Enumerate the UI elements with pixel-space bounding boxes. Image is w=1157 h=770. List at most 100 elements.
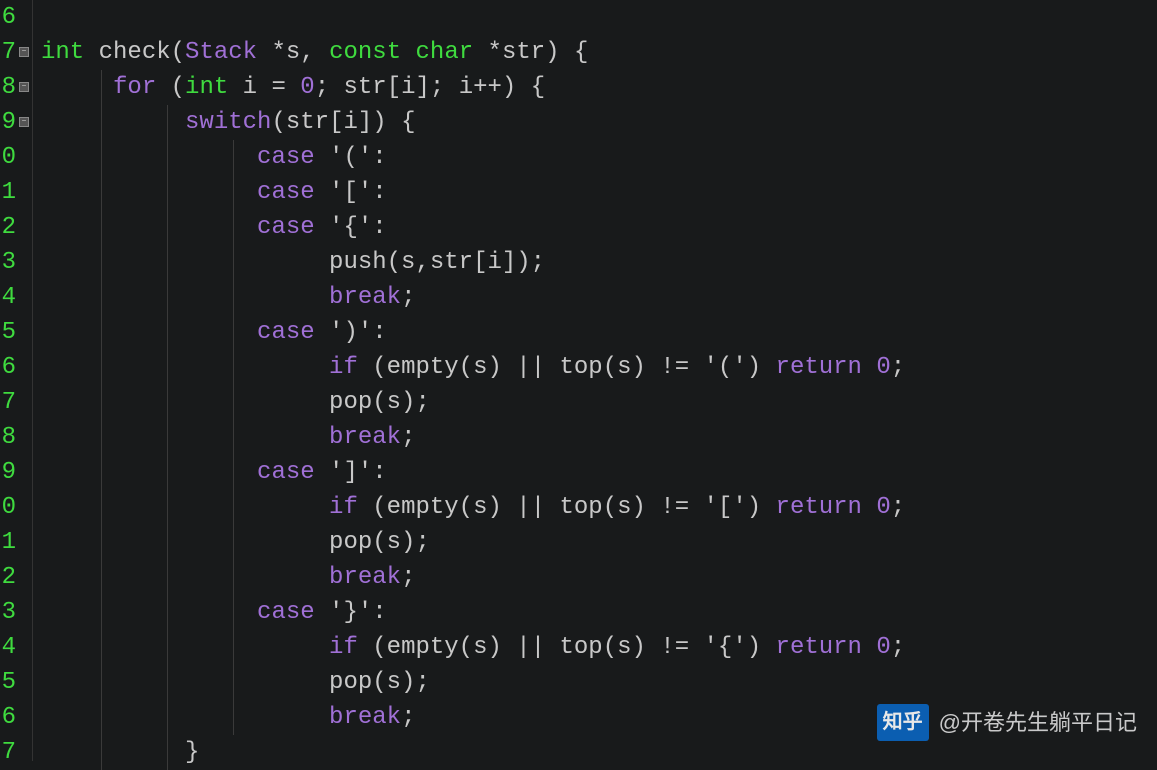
- semicolon: ;: [401, 704, 415, 731]
- code-line: pop(s);: [41, 385, 1157, 420]
- paren: (: [171, 39, 185, 66]
- colon: :: [372, 144, 386, 171]
- keyword-case: case: [257, 599, 315, 626]
- text: [862, 634, 876, 661]
- code-line: case '{':: [41, 210, 1157, 245]
- colon: :: [372, 179, 386, 206]
- number: 0: [300, 74, 314, 101]
- text: ; str[i]; i++) {: [315, 74, 545, 101]
- char-literal: '{': [704, 634, 747, 661]
- number: 0: [876, 494, 890, 521]
- code-line: case ']':: [41, 455, 1157, 490]
- line-number: 5: [0, 665, 16, 700]
- text: (empty(s) || top(s) !=: [358, 494, 704, 521]
- semicolon: ;: [891, 494, 905, 521]
- line-number: 3: [0, 595, 16, 630]
- code-line: push(s,str[i]);: [41, 245, 1157, 280]
- statement: pop(s);: [329, 669, 430, 696]
- char-literal: '[': [315, 179, 373, 206]
- zhihu-watermark: 知乎 @开卷先生躺平日记: [877, 704, 1137, 741]
- type-name: Stack: [185, 39, 271, 66]
- number: 0: [876, 634, 890, 661]
- line-number: 1: [0, 525, 16, 560]
- semicolon: ;: [891, 634, 905, 661]
- text: (empty(s) || top(s) !=: [358, 354, 704, 381]
- line-number: 9: [0, 105, 16, 140]
- text: ): [747, 634, 776, 661]
- char-literal: '(': [315, 144, 373, 171]
- text: [862, 494, 876, 521]
- code-line: pop(s);: [41, 525, 1157, 560]
- identifier: s: [286, 39, 300, 66]
- comma: ,: [300, 39, 329, 66]
- semicolon: ;: [401, 284, 415, 311]
- code-line: case '}':: [41, 595, 1157, 630]
- line-number: 7: [0, 35, 16, 70]
- colon: :: [372, 599, 386, 626]
- keyword-if: if: [329, 634, 358, 661]
- keyword-int: int: [185, 74, 228, 101]
- fold-toggle[interactable]: −: [19, 117, 29, 127]
- line-number: 8: [0, 420, 16, 455]
- colon: :: [372, 214, 386, 241]
- operator: *: [488, 39, 502, 66]
- brace: }: [185, 739, 199, 766]
- semicolon: ;: [401, 424, 415, 451]
- keyword-return: return: [776, 354, 862, 381]
- line-number: 6: [0, 350, 16, 385]
- line-number: 3: [0, 245, 16, 280]
- line-number: 1: [0, 175, 16, 210]
- line-number: 0: [0, 490, 16, 525]
- char-literal: '(': [704, 354, 747, 381]
- char-literal: '[': [704, 494, 747, 521]
- code-editor: 6 7 8 9 0 1 2 3 4 5 6 7 8 9 0 1 2 3 4 5 …: [0, 0, 1157, 761]
- line-number: 9: [0, 455, 16, 490]
- code-line: break;: [41, 420, 1157, 455]
- line-number: 2: [0, 210, 16, 245]
- keyword-return: return: [776, 634, 862, 661]
- fold-toggle[interactable]: −: [19, 82, 29, 92]
- line-number: 8: [0, 70, 16, 105]
- char-literal: ')': [315, 319, 373, 346]
- keyword-case: case: [257, 144, 315, 171]
- keyword-case: case: [257, 319, 315, 346]
- code-line: pop(s);: [41, 665, 1157, 700]
- identifier: str: [502, 39, 545, 66]
- statement: push(s,str[i]);: [329, 249, 545, 276]
- line-number: 5: [0, 315, 16, 350]
- function-name: check: [84, 39, 170, 66]
- keyword-for: for: [113, 74, 156, 101]
- char-literal: '{': [315, 214, 373, 241]
- line-number: 4: [0, 630, 16, 665]
- code-line: if (empty(s) || top(s) != '{') return 0;: [41, 630, 1157, 665]
- statement: pop(s);: [329, 529, 430, 556]
- code-line: break;: [41, 560, 1157, 595]
- semicolon: ;: [891, 354, 905, 381]
- line-number: 4: [0, 280, 16, 315]
- code-line: case '(':: [41, 140, 1157, 175]
- brace: ) {: [545, 39, 588, 66]
- keyword-int: int: [41, 39, 84, 66]
- keyword-break: break: [329, 564, 401, 591]
- fold-column: − − −: [18, 0, 32, 761]
- keyword-const: const: [329, 39, 415, 66]
- keyword-switch: switch: [185, 109, 271, 136]
- keyword-if: if: [329, 354, 358, 381]
- colon: :: [372, 319, 386, 346]
- text: i =: [228, 74, 300, 101]
- line-number: 7: [0, 385, 16, 420]
- line-number-gutter: 6 7 8 9 0 1 2 3 4 5 6 7 8 9 0 1 2 3 4 5 …: [0, 0, 18, 761]
- code-line: int check(Stack *s, const char *str) {: [41, 35, 1157, 70]
- code-line: case ')':: [41, 315, 1157, 350]
- text: [862, 354, 876, 381]
- statement: pop(s);: [329, 389, 430, 416]
- keyword-case: case: [257, 179, 315, 206]
- text: (empty(s) || top(s) !=: [358, 634, 704, 661]
- fold-toggle[interactable]: −: [19, 47, 29, 57]
- char-literal: '}': [315, 599, 373, 626]
- text: ): [747, 494, 776, 521]
- code-line: switch(str[i]) {: [41, 105, 1157, 140]
- char-literal: ']': [315, 459, 373, 486]
- code-area[interactable]: int check(Stack *s, const char *str) { f…: [32, 0, 1157, 761]
- watermark-author: @开卷先生躺平日记: [939, 705, 1137, 740]
